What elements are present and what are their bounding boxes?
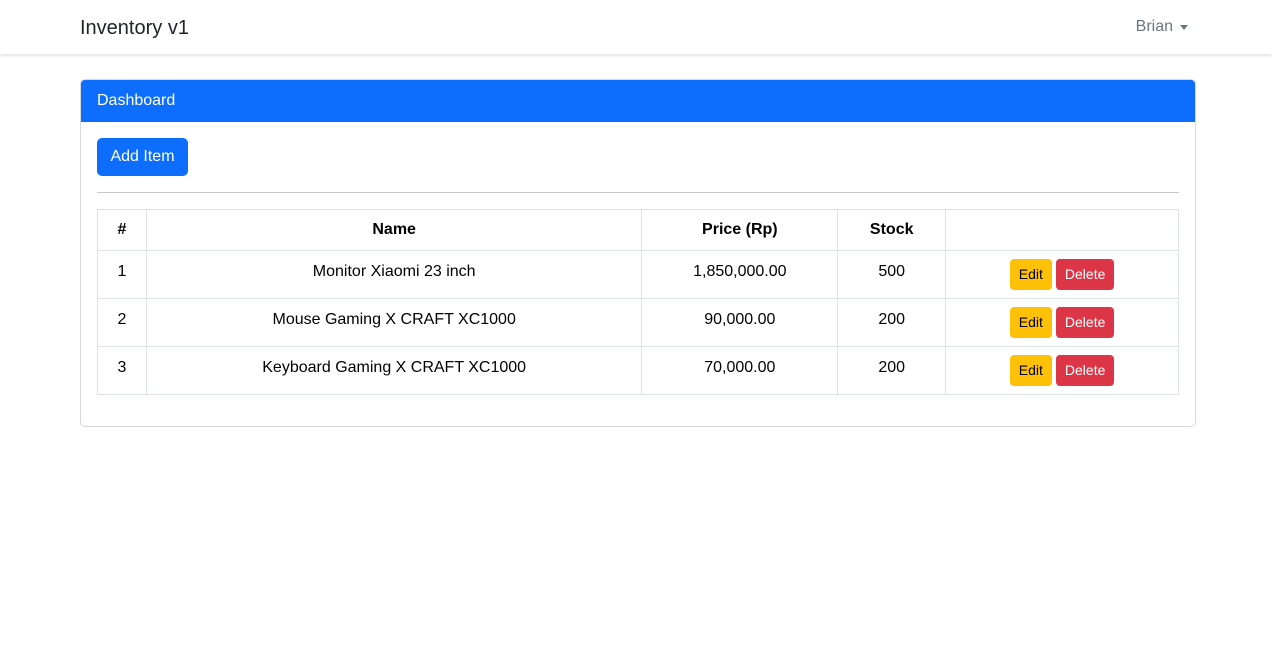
item-price: 70,000.00 [641,346,839,395]
top-navbar: Inventory v1 Brian [0,0,1272,55]
item-stock: 500 [837,250,947,299]
table-row: 2 Mouse Gaming X CRAFT XC1000 90,000.00 … [97,298,1179,347]
column-header-name: Name [145,209,643,251]
add-item-button[interactable]: Add Item [97,138,188,176]
column-header-price: Price (Rp) [641,209,839,251]
item-stock: 200 [837,298,947,347]
card-body: Add Item # Name Price (Rp) Stock 1 Monit… [81,122,1195,411]
row-number: 2 [97,298,147,347]
table-row: 3 Keyboard Gaming X CRAFT XC1000 70,000.… [97,346,1179,395]
edit-button[interactable]: Edit [1009,355,1052,386]
inventory-table: # Name Price (Rp) Stock 1 Monitor Xiaomi… [97,209,1179,395]
user-dropdown-toggle[interactable]: Brian [1136,17,1188,37]
item-name: Monitor Xiaomi 23 inch [145,250,643,299]
item-name: Mouse Gaming X CRAFT XC1000 [145,298,643,347]
delete-button[interactable]: Delete [1055,355,1115,386]
dashboard-card: Dashboard Add Item # Name Price (Rp) Sto… [80,79,1196,427]
column-header-actions [945,209,1179,251]
column-header-stock: Stock [837,209,947,251]
row-number: 1 [97,250,147,299]
item-stock: 200 [837,346,947,395]
row-actions: Edit Delete [945,298,1179,347]
card-header: Dashboard [81,80,1195,122]
delete-button[interactable]: Delete [1055,259,1115,290]
column-header-number: # [97,209,147,251]
edit-button[interactable]: Edit [1009,259,1052,290]
user-name: Brian [1135,18,1173,35]
row-actions: Edit Delete [945,346,1179,395]
row-actions: Edit Delete [945,250,1179,299]
table-header-row: # Name Price (Rp) Stock [97,209,1179,251]
table-row: 1 Monitor Xiaomi 23 inch 1,850,000.00 50… [97,250,1179,299]
brand-link[interactable]: Inventory v1 [80,15,189,41]
divider [97,192,1179,193]
item-price: 90,000.00 [641,298,839,347]
item-price: 1,850,000.00 [641,250,839,299]
delete-button[interactable]: Delete [1055,307,1115,338]
edit-button[interactable]: Edit [1009,307,1052,338]
row-number: 3 [97,346,147,395]
item-name: Keyboard Gaming X CRAFT XC1000 [145,346,643,395]
caret-down-icon [1180,25,1188,30]
